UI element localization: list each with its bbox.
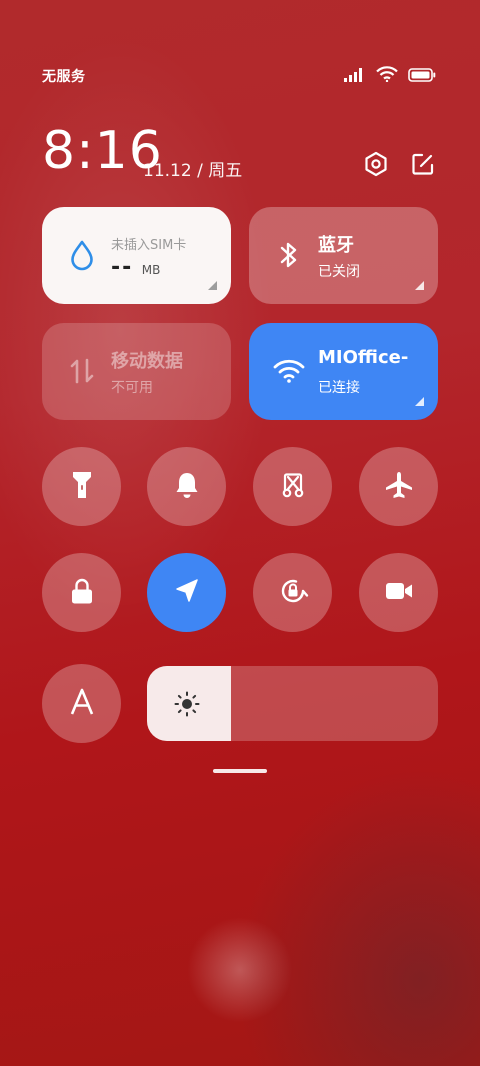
expand-corner-icon — [415, 281, 424, 290]
sim-data-tile[interactable]: 未插入SIM卡 -- MB — [42, 207, 231, 304]
scissors-icon — [279, 471, 307, 503]
rotation-lock-icon — [277, 575, 309, 611]
bluetooth-title: 蓝牙 — [318, 235, 354, 256]
battery-icon — [408, 67, 436, 86]
wifi-tile[interactable]: MIOffice- 已连接 — [249, 323, 438, 420]
location-arrow-icon — [173, 577, 201, 609]
location-toggle[interactable] — [147, 553, 226, 632]
sim-usage-unit: MB — [141, 263, 161, 277]
flashlight-icon — [72, 470, 92, 504]
date-text: 11.12 / 周五 — [143, 161, 243, 181]
lock-icon — [70, 577, 94, 609]
signal-icon — [344, 67, 366, 86]
wifi-icon — [376, 66, 398, 86]
settings-icon[interactable] — [362, 150, 390, 178]
video-camera-icon — [384, 579, 414, 607]
wifi-icon — [273, 355, 305, 387]
airplane-icon — [384, 470, 414, 504]
auto-brightness-toggle[interactable] — [42, 664, 121, 743]
flashlight-toggle[interactable] — [42, 447, 121, 526]
mobile-data-status: 不可用 — [111, 380, 153, 396]
brightness-slider[interactable] — [147, 666, 438, 741]
wifi-status: 已连接 — [318, 380, 360, 396]
drag-handle[interactable] — [213, 769, 267, 773]
carrier-status: 无服务 — [42, 69, 86, 85]
sim-tile-usage: -- MB — [111, 255, 160, 280]
screenshot-toggle[interactable] — [253, 447, 332, 526]
bluetooth-tile[interactable]: 蓝牙 已关闭 — [249, 207, 438, 304]
airplane-toggle[interactable] — [359, 447, 438, 526]
wifi-network-name: MIOffice- — [318, 347, 409, 368]
ring-toggle[interactable] — [147, 447, 226, 526]
lock-toggle[interactable] — [42, 553, 121, 632]
rotation-lock-toggle[interactable] — [253, 553, 332, 632]
sim-usage-value: -- — [111, 255, 134, 280]
sun-icon — [173, 690, 201, 718]
data-arrows-icon — [66, 355, 98, 387]
bell-icon — [174, 471, 200, 503]
mobile-data-title: 移动数据 — [111, 351, 183, 372]
bluetooth-status: 已关闭 — [318, 264, 360, 280]
sim-tile-title: 未插入SIM卡 — [111, 238, 187, 253]
expand-corner-icon — [208, 281, 217, 290]
status-icons — [344, 66, 436, 86]
screen-record-toggle[interactable] — [359, 553, 438, 632]
bluetooth-icon — [273, 239, 305, 271]
expand-corner-icon — [415, 397, 424, 406]
font-a-icon — [68, 688, 96, 720]
water-drop-icon — [66, 239, 98, 271]
edit-icon[interactable] — [409, 150, 437, 178]
mobile-data-tile[interactable]: 移动数据 不可用 — [42, 323, 231, 420]
